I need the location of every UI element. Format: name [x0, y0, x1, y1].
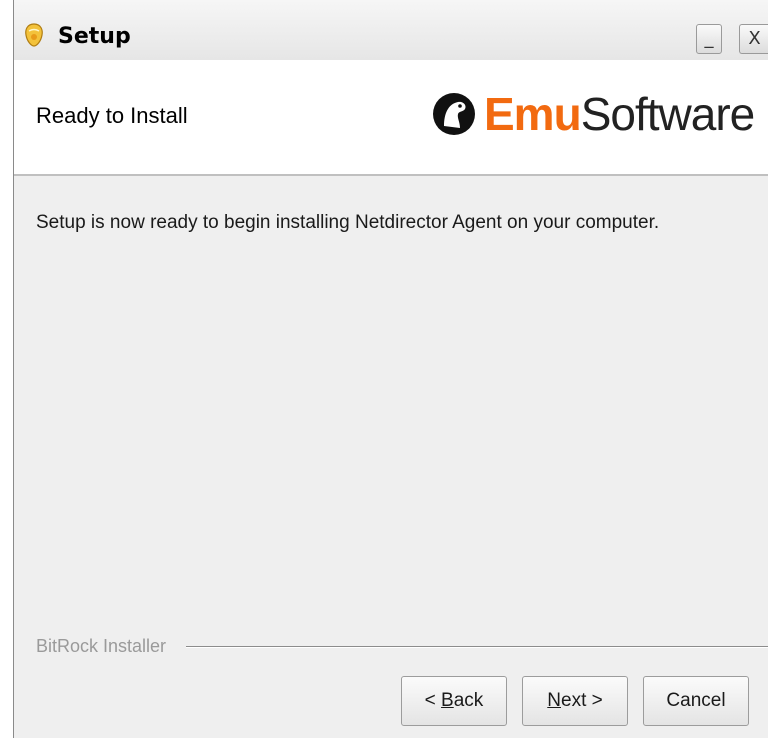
back-button[interactable]: < Back [401, 676, 507, 726]
minimize-icon: _ [704, 28, 714, 49]
logo-text-software: Software [580, 88, 756, 140]
back-button-label: ack [453, 690, 484, 711]
bitrock-installer-icon [25, 23, 43, 47]
emu-head-logo-icon [433, 93, 475, 135]
logo-text-emu: Emu [484, 88, 582, 140]
installer-label: BitRock Installer [36, 636, 167, 656]
page-header: Ready to Install Emu Software [14, 60, 768, 176]
close-icon: X [748, 28, 761, 49]
ready-message: Setup is now ready to begin installing N… [36, 212, 660, 233]
next-button-label: ext > [561, 690, 603, 711]
title-bar[interactable]: Setup _ X [14, 0, 768, 61]
cancel-button[interactable]: Cancel [643, 676, 749, 726]
back-button-mnemonic: B [441, 690, 454, 711]
emu-software-logo: Emu Software [432, 84, 756, 144]
page-title: Ready to Install [36, 103, 188, 128]
minimize-button[interactable]: _ [696, 24, 722, 54]
footer-divider [186, 646, 768, 648]
setup-window: Setup _ X Ready to Install Emu Software … [13, 0, 768, 738]
window-title: Setup [58, 24, 131, 49]
next-button-mnemonic: N [547, 690, 561, 711]
next-button[interactable]: Next > [522, 676, 628, 726]
close-button[interactable]: X [739, 24, 768, 54]
cancel-button-label: Cancel [666, 690, 726, 711]
back-button-prefix: < [424, 690, 442, 711]
